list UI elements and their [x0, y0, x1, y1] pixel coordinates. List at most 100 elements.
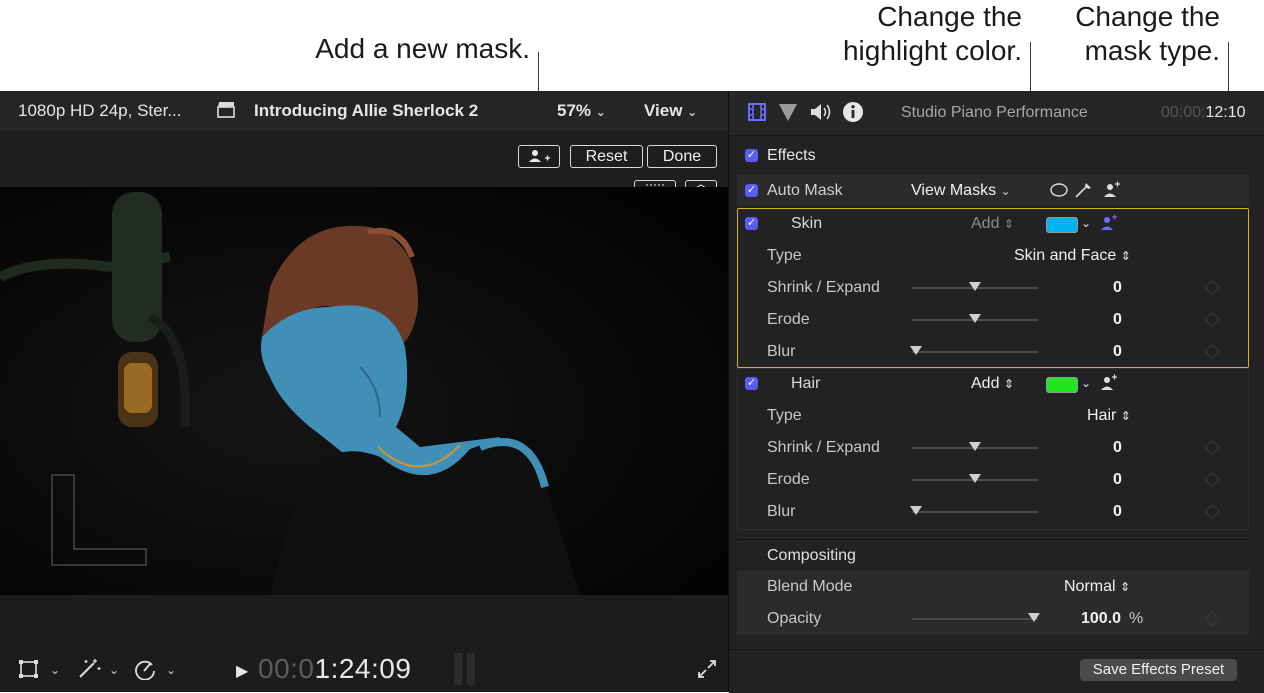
- skin-mode-menu[interactable]: Add ⇕: [971, 215, 1014, 233]
- hair-type-row: Type Hair ⇕: [737, 400, 1249, 432]
- opacity-slider[interactable]: [912, 613, 1040, 622]
- viewer-bottom-bar: ⌄ ⌄ ⌄ ▶ 00:01:24:09: [0, 649, 728, 692]
- video-frame: [0, 187, 728, 595]
- auto-mask-checkbox[interactable]: ✓: [745, 184, 758, 197]
- inspector-bottom-bar: Save Effects Preset: [729, 649, 1264, 693]
- keyframe-icon[interactable]: [1204, 279, 1221, 296]
- hair-checkbox[interactable]: ✓: [745, 377, 758, 390]
- keyframe-icon[interactable]: [1204, 311, 1221, 328]
- chevron-down-icon: ⌄: [1000, 184, 1011, 198]
- skin-shrink-value[interactable]: 0: [1113, 279, 1122, 297]
- reset-button[interactable]: Reset: [570, 145, 643, 168]
- opacity-row: Opacity 100.0 %: [737, 603, 1249, 635]
- skin-erode-row: Erode 0: [737, 304, 1249, 336]
- skin-blur-row: Blur 0: [737, 336, 1249, 368]
- hair-erode-value[interactable]: 0: [1113, 471, 1122, 489]
- hair-color-swatch[interactable]: [1046, 377, 1078, 393]
- skin-type-menu[interactable]: Skin and Face ⇕: [1014, 247, 1131, 265]
- skin-add-mask-icon[interactable]: [1100, 214, 1118, 237]
- viewer-panel: 1080p HD 24p, Ster... Introducing Allie …: [0, 91, 728, 692]
- hair-shrink-label: Shrink / Expand: [767, 439, 880, 456]
- chevron-down-icon: ⌄: [595, 105, 606, 119]
- hair-name: Hair: [791, 375, 821, 392]
- keyframe-icon[interactable]: [1204, 471, 1221, 488]
- audio-inspector-icon[interactable]: [809, 101, 833, 128]
- keyframe-icon[interactable]: [1204, 343, 1221, 360]
- transform-icon[interactable]: [18, 659, 40, 685]
- clip-duration: 00:00:12:10: [1161, 104, 1246, 121]
- skin-name: Skin: [791, 215, 823, 232]
- play-icon[interactable]: ▶: [236, 661, 248, 681]
- effects-checkbox[interactable]: ✓: [745, 149, 758, 162]
- chevron-down-icon[interactable]: ⌄: [109, 663, 119, 677]
- eyedropper-icon[interactable]: [1073, 181, 1093, 204]
- chevron-down-icon[interactable]: ⌄: [166, 663, 176, 677]
- hair-blur-slider[interactable]: [910, 506, 1038, 515]
- keyframe-icon[interactable]: [1204, 503, 1221, 520]
- skin-erode-value[interactable]: 0: [1113, 311, 1122, 329]
- hair-erode-slider[interactable]: [912, 474, 1038, 483]
- fullscreen-icon[interactable]: [697, 659, 717, 685]
- clip-title: Studio Piano Performance: [901, 104, 1088, 121]
- chevron-down-icon[interactable]: ⌄: [50, 663, 60, 677]
- skin-shrink-label: Shrink / Expand: [767, 279, 880, 296]
- keyframe-icon[interactable]: [1204, 439, 1221, 456]
- skin-color-swatch[interactable]: [1046, 217, 1078, 233]
- skin-mask-row: ✓ Skin Add ⇕ ⌄: [737, 208, 1249, 240]
- keyframe-icon[interactable]: [1204, 610, 1221, 627]
- view-masks-menu[interactable]: View Masks ⌄: [911, 182, 1011, 200]
- hair-type-menu[interactable]: Hair ⇕: [1087, 407, 1131, 425]
- video-inspector-icon[interactable]: [747, 102, 767, 127]
- skin-blur-slider[interactable]: [910, 346, 1038, 355]
- skin-type-label: Type: [767, 247, 802, 264]
- hair-shrink-slider[interactable]: [912, 442, 1038, 451]
- hair-add-mask-icon[interactable]: [1100, 374, 1118, 397]
- callout-add-mask: Add a new mask.: [315, 33, 530, 64]
- blend-mode-menu[interactable]: Normal ⇕: [1064, 578, 1130, 596]
- save-effects-preset-button[interactable]: Save Effects Preset: [1080, 659, 1237, 681]
- chevron-down-icon: ⌄: [687, 105, 698, 119]
- format-label: 1080p HD 24p, Ster...: [18, 101, 182, 120]
- magic-wand-icon[interactable]: [76, 657, 102, 685]
- speed-gauge-icon[interactable]: [133, 658, 157, 686]
- person-add-icon: [529, 150, 550, 162]
- view-menu[interactable]: View ⌄: [644, 101, 697, 121]
- viewer-mask-controls: Reset Done: [0, 131, 728, 202]
- add-mask-button[interactable]: [518, 145, 560, 168]
- compositing-label: Compositing: [767, 547, 856, 564]
- effects-label: Effects: [767, 147, 816, 164]
- callout-mask-type: Change the mask type.: [1075, 1, 1220, 66]
- skin-erode-label: Erode: [767, 311, 810, 328]
- auto-mask-row: ✓ Auto Mask View Masks ⌄: [737, 175, 1249, 206]
- effects-header: ✓ Effects: [737, 140, 1249, 172]
- skin-checkbox[interactable]: ✓: [745, 217, 758, 230]
- auto-mask-label: Auto Mask: [767, 182, 843, 199]
- info-inspector-icon[interactable]: [842, 101, 864, 128]
- add-mask-icon[interactable]: [1103, 181, 1121, 204]
- zoom-menu[interactable]: 57% ⌄: [557, 101, 606, 121]
- chevron-down-icon[interactable]: ⌄: [1081, 216, 1091, 230]
- blend-mode-row: Blend Mode Normal ⇕: [737, 571, 1249, 603]
- skin-blur-label: Blur: [767, 343, 796, 360]
- done-button[interactable]: Done: [647, 145, 717, 168]
- viewer-toolbar: 1080p HD 24p, Ster... Introducing Allie …: [0, 91, 728, 131]
- callout-highlight-color: Change the highlight color.: [842, 1, 1022, 66]
- color-inspector-icon[interactable]: [778, 102, 798, 127]
- opacity-unit: %: [1129, 610, 1144, 627]
- hair-mode-menu[interactable]: Add ⇕: [971, 375, 1014, 393]
- hair-shrink-value[interactable]: 0: [1113, 439, 1122, 457]
- skin-blur-value[interactable]: 0: [1113, 343, 1122, 361]
- compositing-header: Compositing: [737, 539, 1249, 572]
- hair-blur-row: Blur 0: [737, 496, 1249, 528]
- opacity-value[interactable]: 100.0: [1081, 610, 1121, 628]
- skin-erode-slider[interactable]: [912, 314, 1038, 323]
- shape-mask-icon[interactable]: [1049, 182, 1069, 203]
- skin-shrink-slider[interactable]: [912, 282, 1038, 291]
- hair-erode-label: Erode: [767, 471, 810, 488]
- chevron-down-icon[interactable]: ⌄: [1081, 376, 1091, 390]
- skin-type-row: Type Skin and Face ⇕: [737, 240, 1249, 272]
- opacity-label: Opacity: [767, 610, 822, 627]
- hair-blur-value[interactable]: 0: [1113, 503, 1122, 521]
- project-title: Introducing Allie Sherlock 2: [254, 101, 479, 120]
- hair-blur-label: Blur: [767, 503, 796, 520]
